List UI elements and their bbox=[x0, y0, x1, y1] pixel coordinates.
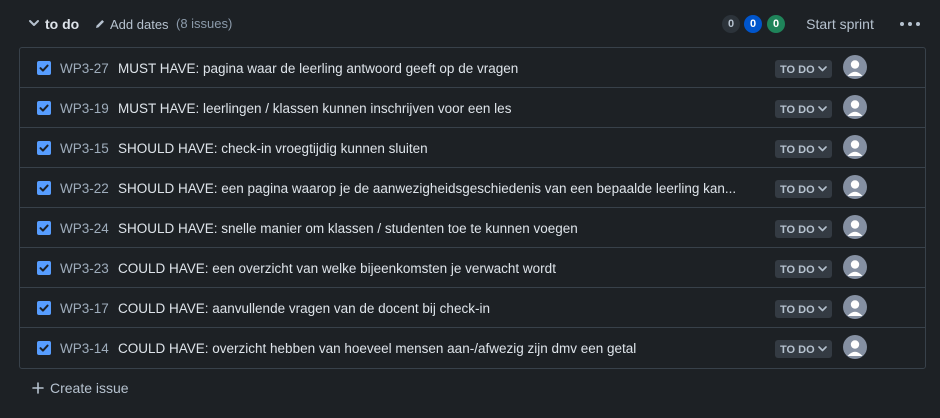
issue-key[interactable]: WP3-27 bbox=[60, 61, 109, 76]
collapse-chevron-icon[interactable] bbox=[28, 17, 40, 29]
done-count-badge: 0 bbox=[767, 15, 785, 33]
chevron-down-icon bbox=[818, 106, 827, 112]
status-dropdown[interactable]: TO DO bbox=[775, 140, 832, 158]
issue-row[interactable]: WP3-22 SHOULD HAVE: een pagina waarop je … bbox=[20, 168, 925, 208]
chevron-down-icon bbox=[818, 306, 827, 312]
issue-count: (8 issues) bbox=[176, 16, 233, 31]
assignee-avatar-icon[interactable] bbox=[843, 255, 867, 279]
status-dropdown[interactable]: TO DO bbox=[775, 220, 832, 238]
assignee-avatar-icon[interactable] bbox=[843, 335, 867, 359]
status-label: TO DO bbox=[780, 344, 815, 356]
issue-key[interactable]: WP3-23 bbox=[60, 261, 109, 276]
status-dropdown[interactable]: TO DO bbox=[775, 180, 832, 198]
issue-row[interactable]: WP3-23 COULD HAVE: een overzicht van welk… bbox=[20, 248, 925, 288]
issue-key[interactable]: WP3-14 bbox=[60, 341, 109, 356]
chevron-down-icon bbox=[818, 266, 827, 272]
issue-summary[interactable]: SHOULD HAVE: snelle manier om klassen / … bbox=[118, 221, 748, 236]
add-dates-label: Add dates bbox=[110, 16, 169, 32]
sprint-name: to do bbox=[45, 16, 80, 32]
issue-row[interactable]: WP3-19 MUST HAVE: leerlingen / klassen ku… bbox=[20, 88, 925, 128]
issue-row[interactable]: WP3-14 COULD HAVE: overzicht hebben van h… bbox=[20, 328, 925, 368]
in-progress-count-badge: 0 bbox=[744, 15, 762, 33]
chevron-down-icon bbox=[818, 346, 827, 352]
issue-summary[interactable]: COULD HAVE: overzicht hebben van hoeveel… bbox=[118, 341, 748, 356]
status-dropdown[interactable]: TO DO bbox=[775, 340, 832, 358]
issue-summary[interactable]: COULD HAVE: aanvullende vragen van de do… bbox=[118, 301, 748, 316]
chevron-down-icon bbox=[818, 66, 827, 72]
status-label: TO DO bbox=[780, 224, 815, 236]
status-label: TO DO bbox=[780, 304, 815, 316]
checkbox-checked-icon[interactable] bbox=[37, 181, 51, 195]
issue-key[interactable]: WP3-22 bbox=[60, 181, 109, 196]
add-dates-button[interactable]: Add dates bbox=[94, 15, 169, 33]
issue-summary[interactable]: SHOULD HAVE: check-in vroegtijdig kunnen… bbox=[118, 141, 748, 156]
assignee-avatar-icon[interactable] bbox=[843, 55, 867, 79]
issue-list: WP3-27 MUST HAVE: pagina waar de leerling… bbox=[19, 47, 926, 369]
create-issue-button[interactable]: Create issue bbox=[32, 378, 129, 398]
issue-summary[interactable]: SHOULD HAVE: een pagina waarop je de aan… bbox=[118, 181, 748, 196]
issue-key[interactable]: WP3-17 bbox=[60, 301, 109, 316]
plus-icon bbox=[32, 382, 44, 394]
status-label: TO DO bbox=[780, 264, 815, 276]
issue-key[interactable]: WP3-24 bbox=[60, 221, 109, 236]
sprint-header: to do Add dates (8 issues) 0 0 0 Start s… bbox=[0, 0, 940, 48]
issue-row[interactable]: WP3-15 SHOULD HAVE: check-in vroegtijdig … bbox=[20, 128, 925, 168]
checkbox-checked-icon[interactable] bbox=[37, 141, 51, 155]
assignee-avatar-icon[interactable] bbox=[843, 175, 867, 199]
checkbox-checked-icon[interactable] bbox=[37, 101, 51, 115]
checkbox-checked-icon[interactable] bbox=[37, 341, 51, 355]
pencil-icon bbox=[96, 20, 104, 28]
more-icon[interactable] bbox=[897, 12, 923, 36]
issue-key[interactable]: WP3-19 bbox=[60, 101, 109, 116]
status-label: TO DO bbox=[780, 104, 815, 116]
status-label: TO DO bbox=[780, 184, 815, 196]
chevron-down-icon bbox=[818, 146, 827, 152]
assignee-avatar-icon[interactable] bbox=[843, 135, 867, 159]
todo-count-badge: 0 bbox=[722, 15, 740, 33]
status-dropdown[interactable]: TO DO bbox=[775, 260, 832, 278]
issue-summary[interactable]: COULD HAVE: een overzicht van welke bije… bbox=[118, 261, 748, 276]
issue-summary[interactable]: MUST HAVE: pagina waar de leerling antwo… bbox=[118, 61, 748, 76]
status-label: TO DO bbox=[780, 144, 815, 156]
issue-key[interactable]: WP3-15 bbox=[60, 141, 109, 156]
status-dropdown[interactable]: TO DO bbox=[775, 60, 832, 78]
status-label: TO DO bbox=[780, 64, 815, 76]
issue-row[interactable]: WP3-17 COULD HAVE: aanvullende vragen van… bbox=[20, 288, 925, 328]
checkbox-checked-icon[interactable] bbox=[37, 301, 51, 315]
assignee-avatar-icon[interactable] bbox=[843, 95, 867, 119]
assignee-avatar-icon[interactable] bbox=[843, 295, 867, 319]
start-sprint-button[interactable]: Start sprint bbox=[794, 11, 886, 37]
issue-summary[interactable]: MUST HAVE: leerlingen / klassen kunnen i… bbox=[118, 101, 748, 116]
issue-row[interactable]: WP3-24 SHOULD HAVE: snelle manier om klas… bbox=[20, 208, 925, 248]
status-dropdown[interactable]: TO DO bbox=[775, 300, 832, 318]
checkbox-checked-icon[interactable] bbox=[37, 221, 51, 235]
assignee-avatar-icon[interactable] bbox=[843, 215, 867, 239]
chevron-down-icon bbox=[818, 186, 827, 192]
chevron-down-icon bbox=[818, 226, 827, 232]
status-dropdown[interactable]: TO DO bbox=[775, 100, 832, 118]
checkbox-checked-icon[interactable] bbox=[37, 61, 51, 75]
checkbox-checked-icon[interactable] bbox=[37, 261, 51, 275]
create-issue-label: Create issue bbox=[50, 380, 129, 396]
issue-row[interactable]: WP3-27 MUST HAVE: pagina waar de leerling… bbox=[20, 48, 925, 88]
